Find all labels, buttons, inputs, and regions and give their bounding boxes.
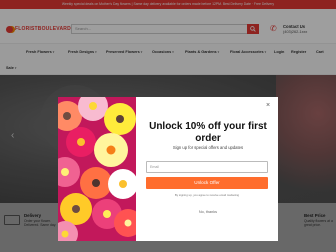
flower-shape [104, 103, 136, 135]
unlock-offer-button[interactable]: Unlock Offer [146, 177, 268, 189]
flower-shape [114, 209, 136, 237]
flower-shape [94, 133, 128, 167]
no-thanks-link[interactable]: No, thanks [138, 210, 278, 214]
modal-subtitle: Sign up for special offers and updates [172, 145, 244, 150]
signup-modal: × Unlock 10% off your first order Sign u… [58, 97, 278, 241]
flower-shape [108, 169, 136, 199]
close-icon[interactable]: × [266, 102, 270, 109]
modal-terms: By signing up, you agree to receive emai… [174, 193, 240, 197]
page: Weekly special deals on Mother's Day flo… [0, 0, 336, 252]
flower-shape [66, 127, 96, 157]
flower-shape [58, 157, 80, 187]
gerbera-flowers-image [58, 97, 136, 241]
modal-title: Unlock 10% off your first order [149, 121, 267, 144]
email-field[interactable]: Email [146, 161, 268, 173]
